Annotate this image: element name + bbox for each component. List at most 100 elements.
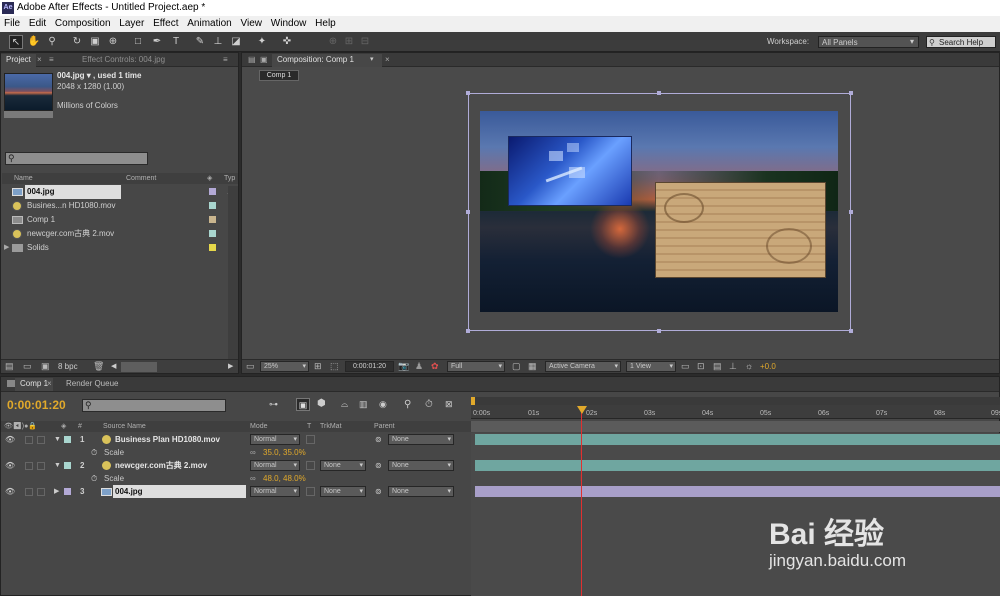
safe-margins-icon[interactable]: ⊞ [314,361,322,372]
layer-name[interactable]: 004.jpg [113,485,246,498]
playhead-handle-icon[interactable] [577,406,587,414]
work-area-start-handle[interactable] [471,397,475,405]
camera-tool-icon[interactable]: ▣ [88,35,102,49]
col-mode[interactable]: Mode [250,421,268,432]
project-item-business-plan[interactable]: Busines...n HD1080.mov [2,199,238,213]
exposure-value[interactable]: +0.0 [760,362,776,371]
layer-label-swatch[interactable] [64,462,71,469]
search-help-input[interactable]: Search Help [926,36,996,48]
layer-label-swatch[interactable] [64,488,71,495]
project-item-newcger[interactable]: newcger.com古典 2.mov [2,227,238,241]
handle[interactable] [657,329,661,333]
blend-mode-dropdown[interactable]: Normal [250,460,300,471]
preserve-transparency-toggle[interactable] [306,461,315,470]
world-axis-icon[interactable]: ⊞ [342,35,356,49]
pen-tool-icon[interactable]: ✒ [150,35,164,49]
col-type[interactable]: Typ [224,173,235,184]
menu-layer[interactable]: Layer [119,16,144,32]
eraser-tool-icon[interactable]: ◪ [229,35,243,49]
close-icon[interactable]: × [385,55,390,64]
handle[interactable] [466,329,470,333]
comp-navigator-button[interactable]: Comp 1 [259,70,299,81]
auto-keyframe-icon[interactable]: ⏱ [425,399,433,410]
layer-row-3[interactable]: 👁 ▶ 3 004.jpg Normal None ⊚ None [1,485,471,498]
expand-arrow-icon[interactable]: ▶ [54,485,59,498]
blend-mode-dropdown[interactable]: Normal [250,486,300,497]
time-navigator[interactable] [471,421,1000,432]
col-parent[interactable]: Parent [374,421,395,432]
hide-shy-layers-icon[interactable]: ⌓ [341,399,348,410]
solo-toggle[interactable] [25,462,33,470]
expand-arrow-icon[interactable]: ▼ [54,459,61,472]
region-of-interest-icon[interactable]: ▢ [512,361,521,372]
hand-tool-icon[interactable]: ✋ [27,35,41,49]
pick-whip-icon[interactable]: ⊚ [375,433,382,446]
roto-brush-tool-icon[interactable]: ✦ [255,35,269,49]
menu-window[interactable]: Window [271,16,307,32]
fast-previews-icon[interactable]: ⊡ [697,361,705,372]
menu-view[interactable]: View [241,16,263,32]
scale-value[interactable]: 48.0, 48.0% [263,472,306,485]
parent-dropdown[interactable]: None [388,486,454,497]
project-search-input[interactable] [5,152,148,165]
layer-row-1[interactable]: 👁 ▼ 1 Business Plan HD1080.mov Normal ⊚ … [1,433,471,446]
col-comment[interactable]: Comment [126,173,156,184]
lock-icon[interactable]: ▤ [248,55,256,64]
exposure-reset-icon[interactable]: ☼ [745,361,753,371]
col-name[interactable]: Name [14,173,33,184]
menu-file[interactable]: File [4,16,20,32]
motion-blur-icon[interactable]: ◉ [379,399,387,410]
transparency-grid-icon[interactable]: ▦ [528,361,537,372]
eye-icon[interactable]: 👁 [5,485,15,498]
stopwatch-icon[interactable]: ⏱ [91,446,97,459]
tab-composition[interactable]: Composition: Comp 1 [272,54,382,67]
stopwatch-icon[interactable]: ⏱ [91,472,97,485]
channel-rgb-icon[interactable]: ✿ [431,361,439,372]
handle[interactable] [849,329,853,333]
tab-effect-controls[interactable]: Effect Controls: 004.jpg [77,54,170,67]
snapshot-camera-icon[interactable]: 📷 [398,361,409,372]
expand-arrow-icon[interactable]: ▼ [54,433,61,446]
scroll-right-icon[interactable]: ▶ [228,362,233,370]
timeline-search-input[interactable] [82,399,226,412]
panel-menu-icon[interactable]: ≡ [49,55,54,64]
magnification-dropdown[interactable]: 25% [260,361,309,372]
label-swatch[interactable] [209,230,216,237]
camera-view-dropdown[interactable]: Active Camera [545,361,621,372]
pick-whip-icon[interactable]: ⊚ [375,485,382,498]
time-ruler[interactable]: 0:00s 01s 02s 03s 04s 05s 06s 07s 08s 09… [471,405,1000,419]
col-source-name[interactable]: Source Name [103,421,146,432]
layer-3-duration-bar[interactable] [475,486,1000,497]
chevron-down-icon[interactable]: ▾ [370,55,374,63]
project-item-004-jpg[interactable]: 004.jpg ⊥ [2,185,238,199]
layer-2-duration-bar[interactable] [475,460,1000,471]
pixel-aspect-icon[interactable]: ▭ [681,361,690,372]
trash-icon[interactable]: 🗑 [93,361,104,372]
constrain-link-icon[interactable]: ∞ [250,472,256,485]
workspace-dropdown[interactable]: All Panels [818,36,919,48]
pick-whip-icon[interactable]: ⊚ [375,459,382,472]
project-scrollbar[interactable] [228,186,238,361]
show-snapshot-icon[interactable]: ♟ [415,361,423,372]
col-t[interactable]: T [307,421,311,432]
selection-tool-icon[interactable]: ↖ [9,35,23,49]
eye-icon[interactable]: 👁 [5,433,15,446]
new-composition-icon[interactable]: ▣ [41,361,50,372]
vintage-texture-layer[interactable] [655,182,826,278]
draft-3d-icon[interactable]: ⬢ [317,398,326,409]
constrain-link-icon[interactable]: ∞ [250,446,256,459]
flowchart-icon[interactable]: ⊥ [729,361,737,372]
view-axis-icon[interactable]: ⊟ [358,35,372,49]
handle[interactable] [466,210,470,214]
lock-toggle[interactable] [37,462,45,470]
brush-tool-icon[interactable]: ✎ [193,35,207,49]
frame-blending-icon[interactable]: ▥ [359,399,368,410]
timeline-panel-icon[interactable]: ▤ [713,361,722,372]
layer-row-2[interactable]: 👁 ▼ 2 newcger.com古典 2.mov Normal None ⊚ … [1,459,471,472]
new-folder-icon[interactable]: ▭ [23,361,32,372]
handle[interactable] [849,210,853,214]
label-swatch[interactable] [209,216,216,223]
tab-render-queue[interactable]: Render Queue [61,378,123,391]
horizontal-scrollbar[interactable] [121,362,157,372]
playhead-line[interactable] [581,407,582,596]
